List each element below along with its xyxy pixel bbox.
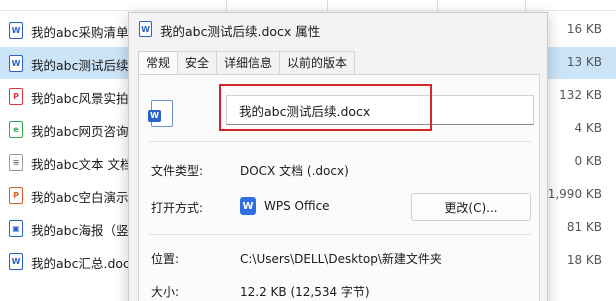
word-doc-icon: W xyxy=(9,21,23,39)
column-header-edge xyxy=(0,0,616,11)
word-doc-icon: W xyxy=(139,21,152,37)
properties-dialog: W 我的abc测试后续.docx 属性 常规 安全 详细信息 以前的版本 W 文… xyxy=(128,12,548,301)
text-file-icon: ≡ xyxy=(9,153,23,171)
tab-details[interactable]: 详细信息 xyxy=(216,51,281,75)
word-doc-icon: W xyxy=(9,252,23,270)
tab-general[interactable]: 常规 xyxy=(138,51,179,76)
open-with-label: 打开方式: xyxy=(151,201,204,215)
image-file-icon: ▣ xyxy=(9,219,23,237)
column-separator[interactable] xyxy=(525,0,526,11)
tab-previous-versions[interactable]: 以前的版本 xyxy=(279,51,356,75)
file-size: 18 KB xyxy=(566,253,602,267)
dialog-titlebar[interactable]: W 我的abc测试后续.docx 属性 xyxy=(129,13,547,45)
filename-input[interactable] xyxy=(226,95,534,125)
tab-strip: 常规 安全 详细信息 以前的版本 xyxy=(138,51,356,76)
file-type-label: 文件类型: xyxy=(151,164,204,178)
column-separator[interactable] xyxy=(226,0,227,11)
file-size: 4 KB xyxy=(574,121,602,135)
word-doc-icon: W xyxy=(9,54,23,72)
tab-security[interactable]: 安全 xyxy=(177,51,218,75)
pdf-icon: P xyxy=(9,87,23,105)
size-value: 12.2 KB (12,534 字节) xyxy=(240,285,370,299)
file-name: 我的abc采购清单. xyxy=(31,25,131,40)
file-name: 我的abc网页咨询. xyxy=(31,124,131,139)
file-name: 我的abc风景实拍. xyxy=(31,91,131,106)
column-separator[interactable] xyxy=(327,0,328,11)
file-size: 81 KB xyxy=(566,220,602,234)
change-button[interactable]: 更改(C)... xyxy=(411,193,531,221)
divider xyxy=(149,141,531,142)
web-page-icon: e xyxy=(9,120,23,138)
file-name: 我的abc空白演示 xyxy=(31,190,129,205)
file-size: 1,990 KB xyxy=(547,187,602,201)
dialog-title: 我的abc测试后续.docx 属性 xyxy=(160,24,321,39)
file-name: 我的abc汇总.docx xyxy=(31,256,131,271)
file-name: 我的abc文本 文档 xyxy=(31,157,131,172)
wps-office-icon: W xyxy=(240,197,256,215)
file-type-value: DOCX 文档 (.docx) xyxy=(240,164,349,178)
location-value: C:\Users\DELL\Desktop\新建文件夹 xyxy=(240,252,442,266)
location-label: 位置: xyxy=(151,252,180,266)
file-size: 0 KB xyxy=(574,154,602,168)
file-size: 13 KB xyxy=(566,55,602,69)
open-with-app: WPS Office xyxy=(264,199,330,213)
file-name: 我的abc海报（竖版 xyxy=(31,223,131,238)
presentation-icon: P xyxy=(9,186,23,204)
column-separator[interactable] xyxy=(437,0,438,11)
word-badge-icon: W xyxy=(148,110,161,122)
divider xyxy=(149,234,531,235)
file-name: 我的abc测试后续. xyxy=(31,58,131,73)
file-size: 132 KB xyxy=(559,88,602,102)
word-doc-icon: W xyxy=(148,100,173,127)
file-size: 16 KB xyxy=(566,22,602,36)
general-panel: W 文件类型: DOCX 文档 (.docx) 打开方式: W WPS Offi… xyxy=(138,74,540,301)
size-label: 大小: xyxy=(151,285,180,299)
